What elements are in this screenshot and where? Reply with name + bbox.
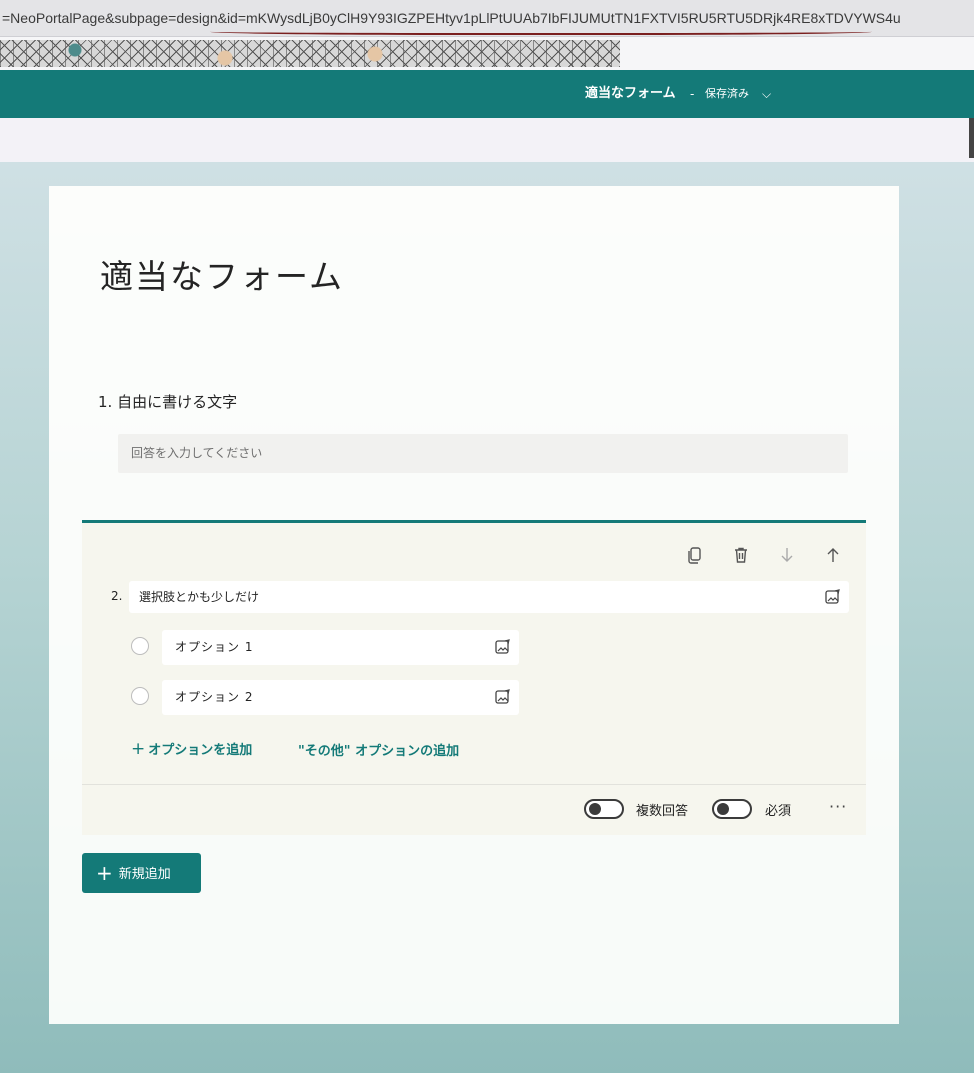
question-2-title-input[interactable]: 選択肢とかも少しだけ <box>129 581 849 613</box>
edit-media-icon[interactable] <box>824 588 842 606</box>
annotation-underline <box>210 27 872 35</box>
url-text: =NeoPortalPage&subpage=design&id=mKWysdL… <box>2 10 901 26</box>
scrollbar[interactable] <box>969 118 974 158</box>
required-toggle[interactable] <box>712 799 752 819</box>
more-options-icon[interactable]: ··· <box>829 797 847 816</box>
move-up-icon[interactable] <box>822 546 844 568</box>
answer-input[interactable]: 回答を入力してください <box>118 434 848 473</box>
copy-icon[interactable] <box>684 546 706 568</box>
add-other-option-button[interactable]: "その他" オプションの追加 <box>298 740 459 759</box>
delete-icon[interactable] <box>730 546 752 568</box>
add-option-label: オプションを追加 <box>148 743 253 758</box>
required-label: 必須 <box>765 804 792 819</box>
multiple-answers-label: 複数回答 <box>636 804 689 819</box>
header-form-name[interactable]: 適当なフォーム <box>585 70 676 118</box>
add-option-button[interactable]: + オプションを追加 <box>131 739 252 759</box>
option-1-radio[interactable] <box>131 637 149 655</box>
redaction-mosaic <box>0 40 620 67</box>
add-new-label: 新規追加 <box>118 867 171 882</box>
chevron-down-icon[interactable]: ⌵ <box>762 70 771 118</box>
edit-media-icon[interactable] <box>494 688 512 706</box>
divider <box>82 784 866 785</box>
multiple-answers-toggle[interactable] <box>584 799 624 819</box>
plus-icon: + <box>96 861 113 885</box>
toggle-knob <box>589 803 601 815</box>
option-2-input[interactable]: オプション 2 <box>162 680 519 715</box>
question-1-number: 1. <box>98 393 113 411</box>
header-separator: - <box>690 87 695 101</box>
edit-media-icon[interactable] <box>494 638 512 656</box>
save-status: 保存済み <box>705 87 749 100</box>
move-down-icon[interactable] <box>776 546 798 568</box>
add-new-button[interactable]: + 新規追加 <box>82 853 201 893</box>
form-title[interactable]: 適当なフォーム <box>100 250 344 298</box>
option-1-input[interactable]: オプション 1 <box>162 630 519 665</box>
question-1-title[interactable]: 1. 自由に書ける文字 <box>98 391 237 412</box>
redacted-bookmarks-bar <box>0 37 974 70</box>
question-1-text: 自由に書ける文字 <box>117 393 238 411</box>
app-header: 適当なフォーム - 保存済み ⌵ <box>0 70 974 118</box>
question-2-number: 2. <box>111 589 123 603</box>
plus-icon: + <box>131 739 146 759</box>
toggle-knob <box>717 803 729 815</box>
sub-toolbar <box>0 118 974 162</box>
option-2-radio[interactable] <box>131 687 149 705</box>
